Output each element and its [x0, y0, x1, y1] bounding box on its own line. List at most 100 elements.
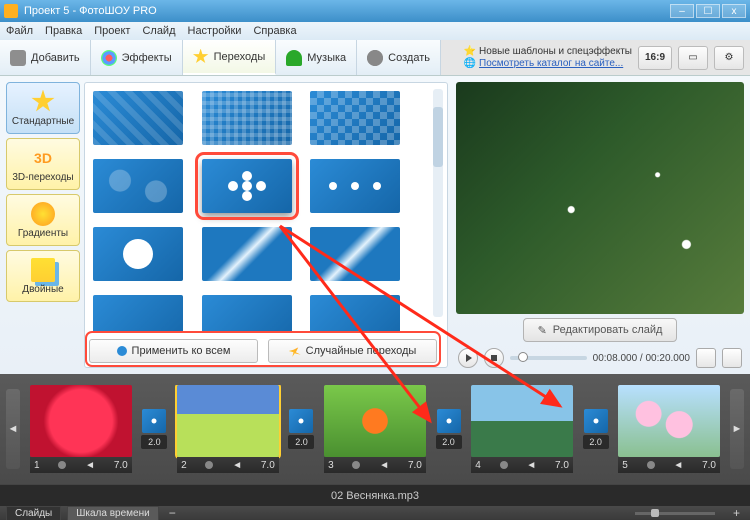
window-close-button[interactable]: x: [722, 4, 746, 18]
timeline-clip[interactable]: 1◄7.0: [30, 385, 132, 473]
apply-to-all-button[interactable]: Применить ко всем: [89, 339, 258, 363]
transition-item[interactable]: [93, 295, 183, 331]
window-minimize-button[interactable]: –: [670, 4, 694, 18]
transition-item-selected[interactable]: [202, 159, 292, 213]
bottom-tabs: Слайды Шкала времени − +: [0, 506, 750, 520]
menu-settings[interactable]: Настройки: [188, 25, 242, 37]
star-icon: [193, 49, 209, 65]
slider-knob[interactable]: [518, 352, 528, 362]
zoom-knob[interactable]: [651, 509, 659, 517]
clip-duration: 7.0: [555, 460, 569, 471]
clip-thumbnail[interactable]: [471, 385, 573, 457]
transition-thumb[interactable]: [584, 409, 608, 433]
category-3d[interactable]: 3D3D-переходы: [6, 138, 80, 190]
menu-project[interactable]: Проект: [94, 25, 130, 37]
music-note-icon: [286, 50, 302, 66]
random-transitions-button[interactable]: Случайные переходы: [268, 339, 437, 363]
clip-thumbnail[interactable]: [324, 385, 426, 457]
timeline-transition[interactable]: 2.0: [434, 409, 463, 449]
menu-slide[interactable]: Слайд: [142, 25, 175, 37]
timeline-next-button[interactable]: ►: [730, 389, 744, 469]
play-button[interactable]: [458, 348, 478, 368]
clip-thumbnail[interactable]: [177, 385, 279, 457]
mic-icon: [205, 461, 213, 469]
category-double[interactable]: Двойные: [6, 250, 80, 302]
transition-duration: 2.0: [436, 435, 462, 449]
tab-transitions[interactable]: Переходы: [183, 40, 277, 75]
promo-link[interactable]: Посмотреть каталог на сайте...: [479, 58, 623, 69]
menu-help[interactable]: Справка: [253, 25, 296, 37]
clip-number: 1: [34, 460, 40, 471]
transition-item[interactable]: [93, 227, 183, 281]
preview-image: [456, 82, 744, 314]
tab-add-label: Добавить: [31, 52, 80, 64]
timeline-clip[interactable]: 3◄7.0: [324, 385, 426, 473]
preview-panel: ✎ Редактировать слайд 00:08.000 / 00:20.…: [452, 76, 750, 374]
camera-icon: [10, 50, 26, 66]
timeline-clip[interactable]: 5◄7.0: [618, 385, 720, 473]
transition-duration: 2.0: [583, 435, 609, 449]
menu-edit[interactable]: Правка: [45, 25, 82, 37]
transition-item[interactable]: [202, 91, 292, 145]
tab-add[interactable]: Добавить: [0, 40, 91, 75]
clip-thumbnail[interactable]: [618, 385, 720, 457]
transition-item[interactable]: [310, 91, 400, 145]
window-title: Проект 5 - ФотоШОУ PRO: [24, 5, 157, 17]
timeline-clip[interactable]: 4◄7.0: [471, 385, 573, 473]
transition-thumb[interactable]: [142, 409, 166, 433]
tab-slides[interactable]: Слайды: [6, 506, 61, 520]
snapshot-button[interactable]: [696, 348, 716, 368]
apply-to-all-label: Применить ко всем: [132, 345, 231, 357]
playback-slider[interactable]: [510, 356, 587, 360]
transitions-grid: [89, 87, 419, 331]
zoom-slider[interactable]: [635, 512, 715, 515]
transition-item[interactable]: [93, 159, 183, 213]
edit-slide-button[interactable]: ✎ Редактировать слайд: [523, 318, 678, 342]
transition-thumb[interactable]: [437, 409, 461, 433]
transition-thumb[interactable]: [289, 409, 313, 433]
gradient-icon: [31, 202, 55, 226]
menubar: Файл Правка Проект Слайд Настройки Справ…: [0, 22, 750, 40]
main-toolbar: Добавить Эффекты Переходы Музыка Создать…: [0, 40, 750, 76]
category-standard[interactable]: Стандартные: [6, 82, 80, 134]
timeline-prev-button[interactable]: ◄: [6, 389, 20, 469]
fullscreen-button[interactable]: ▭: [678, 46, 708, 70]
tab-effects[interactable]: Эффекты: [91, 40, 183, 75]
zoom-out-button[interactable]: −: [165, 506, 180, 520]
settings-button[interactable]: ⚙: [714, 46, 744, 70]
audio-track[interactable]: 02 Веснянка.mp3: [0, 484, 750, 506]
timeline-transition[interactable]: 2.0: [287, 409, 316, 449]
tab-timescale[interactable]: Шкала времени: [67, 506, 158, 520]
wand-icon: [289, 345, 301, 357]
stop-button[interactable]: [484, 348, 504, 368]
tab-create[interactable]: Создать: [357, 40, 441, 75]
tab-effects-label: Эффекты: [122, 52, 172, 64]
timeline-clip-selected[interactable]: 2◄7.0: [177, 385, 279, 473]
app-icon: [4, 4, 18, 18]
transition-item[interactable]: [310, 227, 400, 281]
grid-scrollbar[interactable]: [433, 89, 443, 317]
clip-number: 5: [622, 460, 628, 471]
transition-item[interactable]: [310, 159, 400, 213]
scrollbar-thumb[interactable]: [433, 107, 443, 167]
aspect-ratio-label: 16:9: [645, 52, 665, 63]
window-maximize-button[interactable]: ☐: [696, 4, 720, 18]
zoom-in-button[interactable]: +: [729, 506, 744, 520]
transition-item[interactable]: [202, 227, 292, 281]
mic-icon: [500, 461, 508, 469]
transition-item[interactable]: [93, 91, 183, 145]
tab-music[interactable]: Музыка: [276, 40, 357, 75]
transition-item[interactable]: [310, 295, 400, 331]
aspect-ratio-button[interactable]: 16:9: [638, 46, 672, 70]
clip-number: 3: [328, 460, 334, 471]
transition-duration: 2.0: [288, 435, 314, 449]
timeline-transition[interactable]: 2.0: [581, 409, 610, 449]
category-gradients[interactable]: Градиенты: [6, 194, 80, 246]
transition-item[interactable]: [202, 295, 292, 331]
fullscreen-preview-button[interactable]: [722, 348, 742, 368]
timeline-transition[interactable]: 2.0: [140, 409, 169, 449]
window-titlebar: Проект 5 - ФотоШОУ PRO – ☐ x: [0, 0, 750, 22]
tab-create-label: Создать: [388, 52, 430, 64]
menu-file[interactable]: Файл: [6, 25, 33, 37]
clip-thumbnail[interactable]: [30, 385, 132, 457]
